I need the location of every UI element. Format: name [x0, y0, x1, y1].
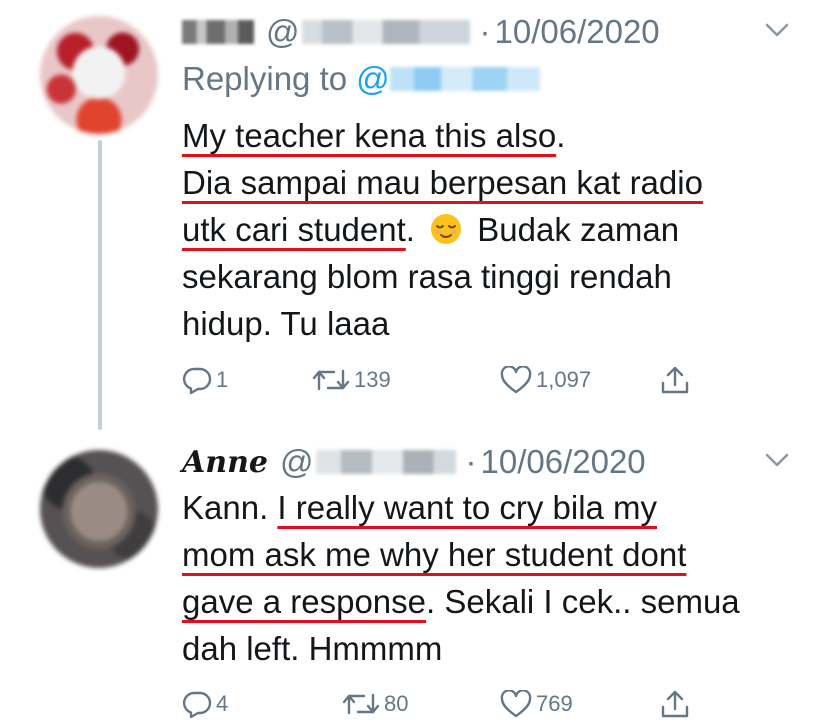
tweet-text-line: gave a response. Sekali I cek.. semua — [182, 578, 740, 625]
tweet-header: Anne @ · 10/06/2020 — [182, 442, 762, 482]
retweet-icon — [342, 693, 380, 715]
display-name[interactable]: Anne — [182, 445, 268, 480]
text-segment: sekarang blom rasa tinggi rendah — [182, 258, 672, 295]
underlined-text: I really want to cry bila my — [277, 489, 658, 526]
retweet-count: 139 — [354, 367, 391, 392]
chevron-down-icon[interactable] — [764, 450, 790, 470]
underlined-text: Dia sampai mau berpesan kat radio — [182, 164, 703, 201]
share-icon — [661, 366, 689, 394]
tweet-text-line: dah left. Hmmmm — [182, 625, 740, 672]
underlined-text: mom ask me why her student dont — [182, 536, 687, 573]
like-count: 769 — [536, 691, 573, 716]
share-button[interactable] — [660, 365, 690, 395]
chevron-down-icon[interactable] — [764, 20, 790, 40]
text-segment: . — [556, 117, 566, 154]
tweet-text-line: hidup. Tu laaa — [182, 300, 703, 347]
like-button[interactable]: 1,097 — [500, 366, 591, 394]
text-segment: Kann. — [182, 489, 278, 526]
heart-icon — [500, 366, 532, 394]
text-segment: . Sekali I cek.. semua — [426, 583, 740, 620]
reply-count: 1 — [216, 367, 229, 392]
tweet-header: @ · 10/06/2020 — [182, 12, 762, 52]
handle-redacted[interactable] — [315, 450, 456, 474]
tweet-text-line: Kann. I really want to cry bila my — [182, 484, 740, 531]
retweet-count: 80 — [384, 691, 409, 716]
retweet-button[interactable]: 80 — [342, 691, 408, 717]
tweet-text: Kann. I really want to cry bila my mom a… — [182, 484, 740, 672]
tweet-text-line: My teacher kena this also. — [182, 112, 703, 159]
reply-button[interactable]: 1 — [182, 366, 228, 394]
retweet-icon — [312, 369, 350, 391]
tweet-reply-1[interactable]: @ · 10/06/2020 Replying to @ My teacher … — [0, 0, 828, 430]
relieved-face-emoji — [431, 214, 462, 244]
avatar[interactable] — [40, 16, 158, 134]
replying-to-label: Replying to — [182, 60, 348, 97]
tweet-date[interactable]: 10/06/2020 — [495, 13, 660, 51]
share-button[interactable] — [660, 689, 690, 719]
tweet-text: My teacher kena this also. Dia sampai ma… — [182, 112, 703, 347]
tweet-actions: 1 139 1,097 — [182, 360, 702, 400]
like-count: 1,097 — [536, 367, 592, 392]
text-segment: . — [405, 211, 425, 248]
tweet-text-line: Dia sampai mau berpesan kat radio — [182, 159, 703, 206]
avatar[interactable] — [40, 450, 158, 568]
text-segment: hidup. Tu laaa — [182, 305, 390, 342]
thread-connector-line — [98, 140, 102, 430]
underlined-text: utk cari student — [182, 211, 406, 248]
separator-dot: · — [479, 13, 491, 50]
display-name-redacted[interactable] — [182, 20, 254, 44]
tweet-text-line: utk cari student. Budak zaman — [182, 206, 703, 253]
tweet-text-line: mom ask me why her student dont — [182, 531, 740, 578]
underlined-text: My teacher kena this also — [182, 117, 557, 154]
tweet-actions: 4 80 769 — [182, 684, 702, 724]
handle-at-sign: @ — [280, 443, 314, 480]
separator-dot: · — [465, 443, 477, 480]
handle-at-sign: @ — [266, 13, 300, 50]
heart-icon — [500, 690, 532, 718]
handle-redacted[interactable] — [301, 20, 470, 44]
replying-to-at-sign[interactable]: @ — [356, 60, 390, 98]
tweet-reply-2[interactable]: Anne @ · 10/06/2020 Kann. I really want … — [0, 430, 828, 728]
underlined-text: gave a response — [182, 583, 427, 620]
reply-icon — [182, 691, 212, 718]
replying-to: Replying to @ — [182, 60, 540, 98]
reply-icon — [182, 367, 212, 394]
text-segment: dah left. Hmmmm — [182, 630, 443, 667]
reply-count: 4 — [216, 691, 229, 716]
tweet-date[interactable]: 10/06/2020 — [481, 443, 646, 481]
reply-button[interactable]: 4 — [182, 690, 228, 718]
retweet-button[interactable]: 139 — [312, 367, 391, 393]
replying-to-handle-redacted[interactable] — [389, 67, 540, 91]
like-button[interactable]: 769 — [500, 690, 573, 718]
text-segment: Budak zaman — [468, 211, 680, 248]
tweet-text-line: sekarang blom rasa tinggi rendah — [182, 253, 703, 300]
share-icon — [661, 690, 689, 718]
